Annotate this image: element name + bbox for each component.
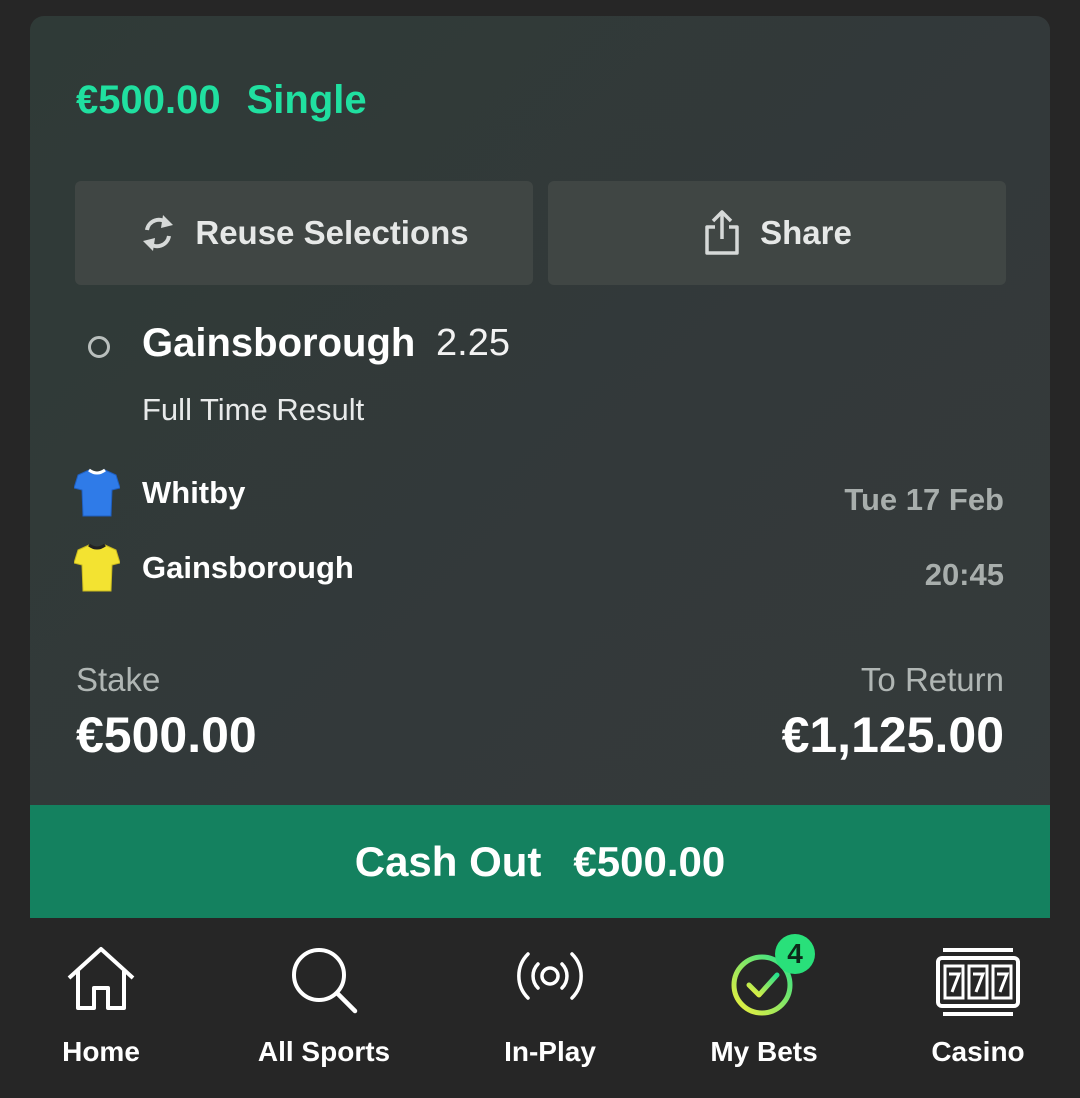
bet-type: Single — [246, 78, 367, 122]
nav-casino-label: Casino — [931, 1036, 1025, 1067]
bet-header: €500.00 Single — [76, 78, 367, 123]
nav-my-bets[interactable]: 4 My Bets — [684, 918, 844, 1098]
home-icon — [67, 947, 135, 1010]
to-return-value: €1,125.00 — [781, 707, 1004, 763]
cash-out-label: Cash Out — [354, 837, 542, 885]
away-team-name: Gainsborough — [142, 550, 354, 585]
away-shirt-icon — [74, 543, 120, 592]
selection-status-indicator — [88, 336, 110, 358]
bet-amount: €500.00 — [76, 78, 221, 122]
stake-value: €500.00 — [76, 707, 257, 763]
home-team-name: Whitby — [142, 475, 246, 510]
share-button[interactable]: Share — [548, 181, 1006, 285]
selection-odds: 2.25 — [436, 322, 510, 364]
market-name: Full Time Result — [142, 392, 365, 427]
reuse-selections-button[interactable]: Reuse Selections — [75, 181, 533, 285]
bet-card: €500.00 Single Reuse Selections Share Gai… — [30, 16, 1050, 918]
slot-machine-icon — [936, 948, 1020, 1016]
search-icon — [292, 948, 358, 1014]
nav-in-play[interactable]: In-Play — [470, 918, 630, 1098]
bottom-navigation: Home All Sports In-Play 4 My Bets Casino — [0, 918, 1080, 1098]
reuse-selections-label: Reuse Selections — [195, 214, 469, 251]
nav-all-sports-label: All Sports — [257, 1036, 391, 1067]
event-date: Tue 17 Feb — [844, 482, 1004, 517]
cash-out-button[interactable]: Cash Out €500.00 — [30, 805, 1050, 918]
my-bets-count-badge: 4 — [775, 934, 815, 974]
share-icon — [705, 210, 739, 255]
nav-home-label: Home — [62, 1036, 140, 1067]
share-label: Share — [760, 214, 852, 251]
selection-name: Gainsborough — [142, 321, 416, 365]
event-time: 20:45 — [924, 557, 1004, 592]
nav-casino[interactable]: Casino — [898, 918, 1058, 1098]
nav-home[interactable]: Home — [20, 918, 182, 1098]
cash-out-amount: €500.00 — [573, 837, 726, 885]
nav-my-bets-label: My Bets — [710, 1036, 818, 1067]
nav-all-sports[interactable]: All Sports — [234, 918, 414, 1098]
to-return-label: To Return — [860, 661, 1004, 698]
stake-label: Stake — [76, 661, 161, 698]
refresh-icon — [143, 215, 174, 251]
nav-in-play-label: In-Play — [504, 1036, 596, 1067]
broadcast-icon — [517, 952, 583, 1000]
home-shirt-icon — [74, 468, 120, 517]
